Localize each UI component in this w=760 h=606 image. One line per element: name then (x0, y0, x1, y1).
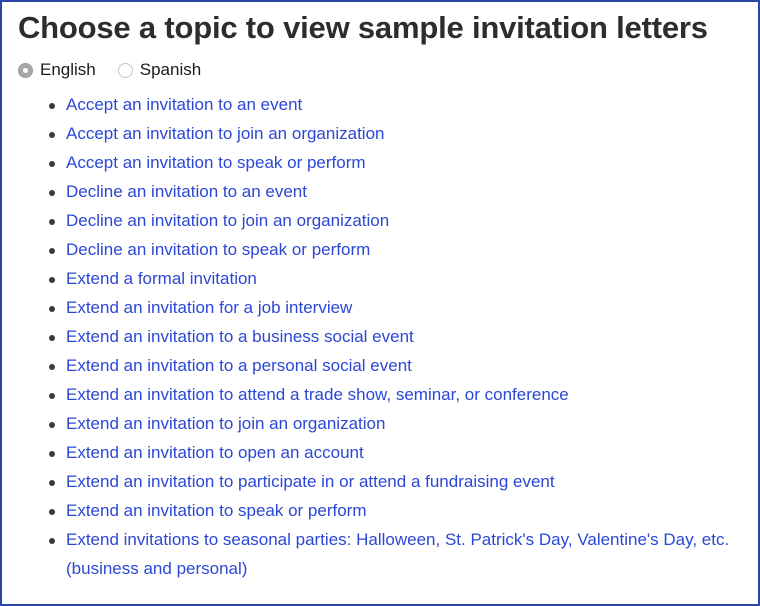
topic-link[interactable]: Extend an invitation to a business socia… (66, 327, 414, 346)
bullet-icon (49, 306, 55, 312)
list-item: Extend an invitation to participate in o… (2, 468, 758, 497)
radio-label-spanish: Spanish (139, 60, 202, 79)
bullet-icon (49, 364, 55, 370)
page-title: Choose a topic to view sample invitation… (18, 10, 708, 45)
list-item: Extend an invitation to join an organiza… (2, 410, 758, 439)
language-selector: English Spanish (2, 60, 758, 80)
topic-link[interactable]: Decline an invitation to speak or perfor… (66, 240, 370, 259)
page-container: Choose a topic to view sample invitation… (0, 0, 760, 606)
bullet-icon (49, 219, 55, 225)
topic-link[interactable]: Extend invitations to seasonal parties: … (66, 530, 729, 578)
bullet-icon (49, 451, 55, 457)
list-item: Extend an invitation to a business socia… (2, 323, 758, 352)
bullet-icon (49, 480, 55, 486)
page-content: Choose a topic to view sample invitation… (2, 2, 758, 584)
topic-link[interactable]: Extend an invitation to attend a trade s… (66, 385, 569, 404)
bullet-icon (49, 335, 55, 341)
bullet-icon (49, 248, 55, 254)
radio-option-english[interactable]: English (18, 60, 96, 80)
list-item: Accept an invitation to an event (2, 91, 758, 120)
list-item: Decline an invitation to join an organiz… (2, 207, 758, 236)
list-item: Accept an invitation to speak or perform (2, 149, 758, 178)
bullet-icon (49, 277, 55, 283)
topic-link[interactable]: Extend an invitation to join an organiza… (66, 414, 385, 433)
list-item: Extend an invitation to speak or perform (2, 497, 758, 526)
bullet-icon (49, 509, 55, 515)
bullet-icon (49, 393, 55, 399)
list-item: Decline an invitation to an event (2, 178, 758, 207)
topic-link[interactable]: Extend an invitation for a job interview (66, 298, 352, 317)
list-item: Extend invitations to seasonal parties: … (2, 526, 758, 584)
topic-link[interactable]: Accept an invitation to join an organiza… (66, 124, 384, 143)
bullet-icon (49, 538, 55, 544)
topic-link[interactable]: Extend an invitation to speak or perform (66, 501, 367, 520)
bullet-icon (49, 161, 55, 167)
list-item: Accept an invitation to join an organiza… (2, 120, 758, 149)
bullet-icon (49, 132, 55, 138)
list-item: Decline an invitation to speak or perfor… (2, 236, 758, 265)
bullet-icon (49, 190, 55, 196)
radio-button-english-icon[interactable] (18, 62, 33, 78)
topic-link[interactable]: Decline an invitation to an event (66, 182, 307, 201)
bullet-icon (49, 422, 55, 428)
list-item: Extend an invitation to attend a trade s… (2, 381, 758, 410)
bullet-icon (49, 103, 55, 109)
radio-label-english: English (40, 60, 96, 79)
topic-link[interactable]: Extend a formal invitation (66, 269, 257, 288)
radio-button-spanish-icon[interactable] (117, 62, 133, 78)
topic-link[interactable]: Accept an invitation to speak or perform (66, 153, 366, 172)
list-item: Extend a formal invitation (2, 265, 758, 294)
topic-list: Accept an invitation to an event Accept … (2, 91, 758, 584)
list-item: Extend an invitation for a job interview (2, 294, 758, 323)
list-item: Extend an invitation to a personal socia… (2, 352, 758, 381)
topic-link[interactable]: Extend an invitation to a personal socia… (66, 356, 412, 375)
list-item: Extend an invitation to open an account (2, 439, 758, 468)
topic-link[interactable]: Accept an invitation to an event (66, 95, 302, 114)
topic-link[interactable]: Extend an invitation to participate in o… (66, 472, 555, 491)
topic-link[interactable]: Extend an invitation to open an account (66, 443, 364, 462)
radio-option-spanish[interactable]: Spanish (117, 60, 202, 80)
topic-link[interactable]: Decline an invitation to join an organiz… (66, 211, 389, 230)
